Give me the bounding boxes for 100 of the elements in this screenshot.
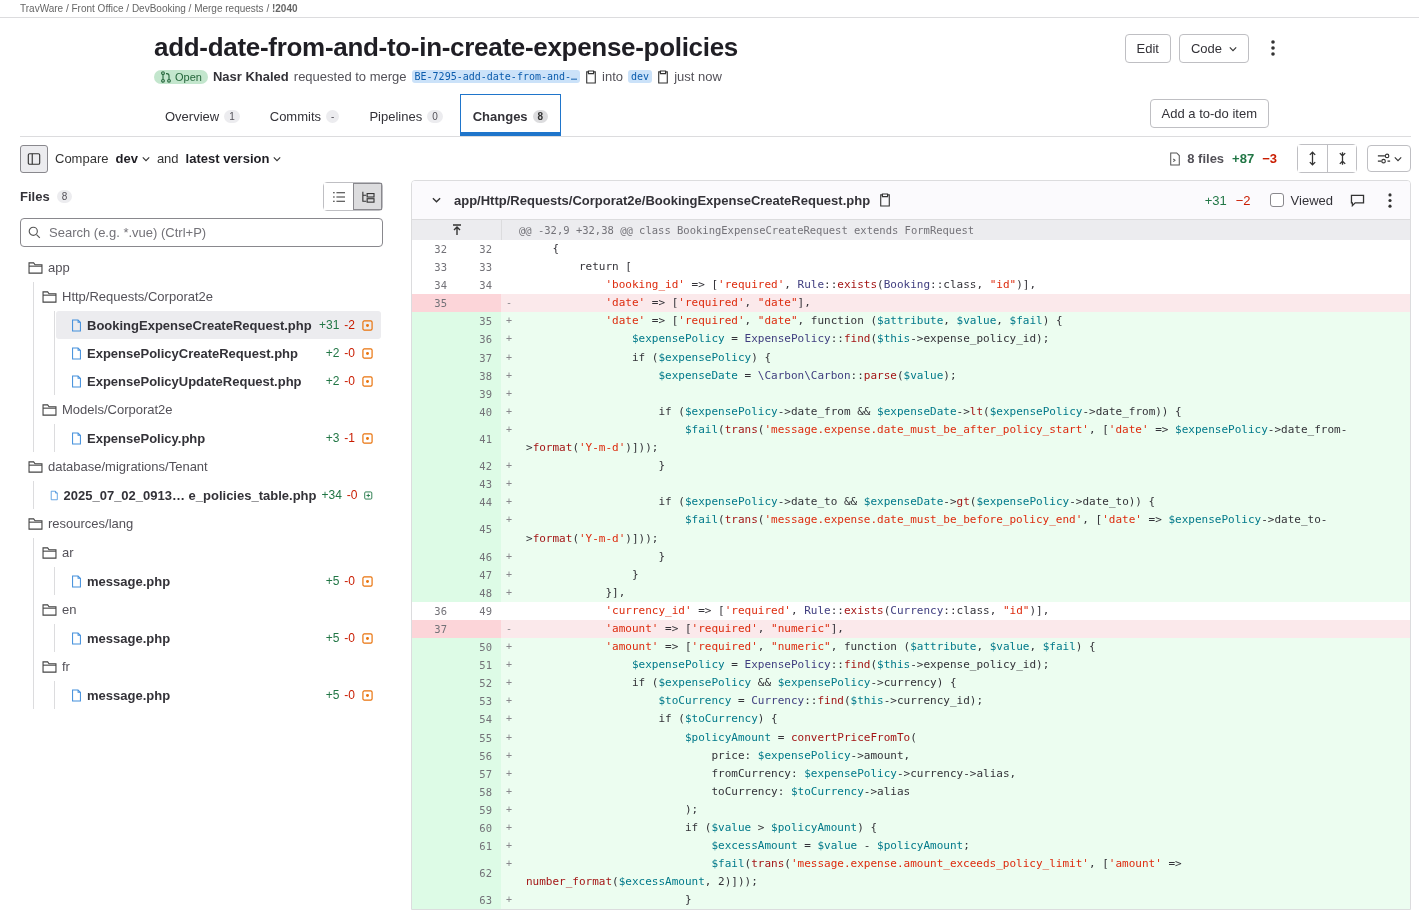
code-line: 'currency_id' => ['required', Rule::exists(Currency::class, "id")], (604, 603, 1050, 617)
diff-marker: + (506, 496, 513, 508)
folder-icon (42, 403, 57, 416)
file-count: 8 files (1187, 151, 1225, 166)
sidebar-toggle-button[interactable] (20, 144, 48, 173)
expand-up-icon[interactable] (451, 224, 462, 236)
line-number[interactable]: 32 (466, 240, 501, 259)
comment-icon[interactable] (1350, 193, 1365, 207)
removed-count: -1 (344, 431, 355, 445)
more-icon[interactable] (1388, 192, 1392, 208)
file-item[interactable]: message.php +5 -0 (56, 624, 381, 652)
author-name[interactable]: Nasr Khaled (212, 69, 289, 84)
line-number[interactable]: 62 (466, 855, 501, 892)
tab[interactable]: Overview 1 (152, 94, 253, 136)
folder-icon (28, 261, 43, 274)
code-line: if ($expensePolicy->date_to && $expenseDate->gt($expensePolicy->date_to)) { (657, 495, 1156, 509)
added-count: +2 (325, 346, 340, 360)
line-number[interactable]: 33 (466, 258, 501, 277)
file-name: message.php (87, 687, 172, 703)
folder-item[interactable]: Http/Requests/Corporat2e (41, 282, 383, 311)
add-todo-button[interactable]: Add a to-do item (1149, 99, 1269, 128)
removed-count: -2 (344, 318, 355, 332)
folder-item[interactable]: en (41, 595, 383, 624)
edit-button[interactable]: Edit (1124, 34, 1171, 63)
more-icon[interactable] (1271, 40, 1275, 56)
line-number[interactable]: 54 (466, 710, 501, 729)
folder-item[interactable]: fr (41, 652, 383, 681)
breadcrumb[interactable]: TravWare / Front Office / DevBooking / Merge requests / !2040 (20, 3, 298, 14)
line-number[interactable]: 61 (466, 837, 501, 856)
line-number[interactable]: 53 (466, 692, 501, 711)
line-number[interactable]: 34 (466, 276, 501, 295)
line-number[interactable]: 36 (412, 601, 466, 620)
viewed-checkbox[interactable]: Viewed (1269, 192, 1333, 208)
added-count: +5 (325, 574, 340, 588)
tab[interactable]: Commits - (256, 94, 353, 136)
removed-count: -0 (344, 574, 355, 588)
line-number[interactable]: 43 (466, 475, 501, 494)
line-number[interactable]: 35 (466, 312, 501, 331)
sidebar-icon (27, 151, 41, 166)
line-number[interactable]: 49 (466, 601, 501, 620)
file-item[interactable]: 2025_07_02_0913… e_policies_table.php +34 -0 (35, 481, 381, 509)
file-name: ExpensePolicy.php (87, 430, 207, 446)
copy-icon[interactable] (657, 69, 670, 84)
line-number[interactable]: 33 (412, 258, 466, 277)
file-item[interactable]: BookingExpenseCreateRequest.php +31 -2 (56, 311, 381, 339)
line-number[interactable]: 52 (466, 674, 501, 693)
version-dropdown[interactable]: latest version (185, 151, 282, 166)
file-name: 2025_07_02_0913… e_policies_table.php (63, 487, 317, 503)
copy-icon[interactable] (879, 193, 892, 207)
line-number[interactable] (466, 294, 501, 313)
diff-marker: + (506, 713, 513, 725)
collapse-all-button[interactable] (1327, 145, 1356, 172)
file-icon (71, 631, 82, 645)
line-number[interactable]: 63 (466, 891, 501, 910)
collapse-caret-icon[interactable] (432, 197, 441, 203)
line-number[interactable]: 44 (466, 493, 501, 512)
file-item[interactable]: ExpensePolicyCreateRequest.php +2 -0 (56, 339, 381, 367)
base-branch-dropdown[interactable]: dev (115, 151, 150, 166)
expand-icon (1308, 151, 1317, 166)
hunk-header: @@ -32,9 +32,38 @@ class BookingExpenseCreateRequest extends FormRequest (518, 224, 975, 236)
tab[interactable]: Pipelines 0 (356, 94, 456, 136)
line-number[interactable]: 45 (466, 511, 501, 548)
caret-icon (1393, 155, 1402, 162)
line-number[interactable]: 32 (412, 240, 466, 259)
code-line: $fail(trans('message.expense.amount_exceeds_policy_limit', ['amount' => number_format($excessAmount, 2)])); (526, 857, 1183, 889)
line-number[interactable]: 50 (466, 638, 501, 657)
tab[interactable]: Changes 8 (459, 94, 562, 136)
line-number[interactable]: 35 (412, 294, 466, 313)
folder-item[interactable]: resources/lang (20, 509, 383, 538)
search-field[interactable]: Search (e.g. *.vue) (Ctrl+P) (20, 218, 383, 247)
diff-marker: + (506, 568, 513, 580)
file-item[interactable]: ExpensePolicy.php +3 -1 (56, 424, 381, 452)
branch-name[interactable]: dev (628, 70, 653, 83)
code-dropdown[interactable]: Code (1178, 34, 1249, 63)
file-path[interactable]: app/Http/Requests/Corporat2e/BookingExpenseCreateRequest.php (454, 192, 871, 208)
file-item[interactable]: ExpensePolicyUpdateRequest.php +2 -0 (56, 367, 381, 395)
code-line: 'booking_id' => ['required', Rule::exists(Booking::class, "id")], (604, 278, 1037, 292)
file-item[interactable]: message.php +5 -0 (56, 567, 381, 595)
added-count: +3 (325, 431, 340, 445)
line-number[interactable]: 41 (466, 420, 501, 458)
folder-item[interactable]: database/migrations/Tenant (20, 452, 383, 481)
folder-item[interactable]: ar (41, 538, 383, 567)
folder-icon (28, 460, 43, 473)
tree-view-button[interactable] (353, 183, 382, 210)
file-item[interactable]: message.php +5 -0 (56, 681, 381, 709)
folder-item[interactable]: app (20, 253, 383, 282)
code-line: $toCurrency = Currency::find($this->currency_id); (657, 694, 984, 708)
search-input[interactable]: Search (e.g. *.vue) (Ctrl+P) (47, 224, 375, 241)
line-number[interactable]: 34 (412, 276, 466, 295)
line-number[interactable]: 36 (466, 330, 501, 349)
diff-marker: + (506, 333, 513, 345)
line-number[interactable]: 60 (466, 819, 501, 838)
line-number[interactable]: 42 (466, 457, 501, 476)
preferences-dropdown[interactable] (1367, 145, 1411, 172)
line-number[interactable]: 51 (466, 656, 501, 675)
copy-icon[interactable] (585, 69, 598, 84)
folder-item[interactable]: Models/Corporat2e (41, 395, 383, 424)
diff-marker: + (506, 387, 513, 399)
removed-count: −2 (1235, 192, 1251, 208)
branch-name[interactable]: BE-7295-add-date-from-and-… (411, 70, 581, 83)
